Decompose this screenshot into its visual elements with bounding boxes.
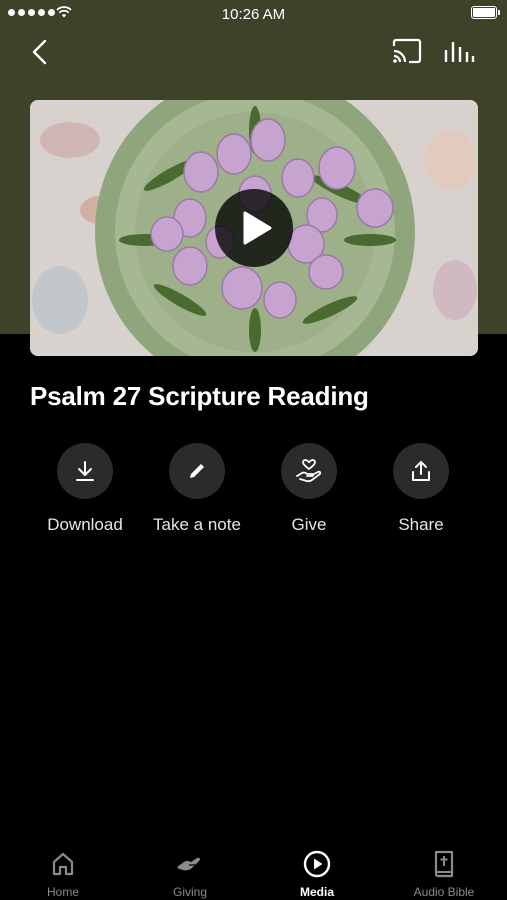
media-title: Psalm 27 Scripture Reading	[30, 381, 369, 411]
download-icon	[76, 461, 94, 481]
give-heart-hand-icon	[296, 459, 322, 483]
play-circle-icon	[303, 850, 331, 878]
download-button[interactable]: Download	[29, 443, 141, 535]
tab-home-label: Home	[46, 885, 79, 899]
tab-audio-bible-label: Audio Bible	[413, 885, 475, 899]
bottom-tab-bar: Home Giving Media Audio Bible	[0, 840, 507, 900]
download-button-circle	[57, 443, 113, 499]
tab-giving-label: Giving	[172, 885, 207, 899]
give-button-circle	[281, 443, 337, 499]
give-button[interactable]: Give	[253, 443, 365, 535]
share-button-circle	[393, 443, 449, 499]
back-chevron-icon[interactable]	[28, 38, 52, 66]
cast-icon[interactable]	[391, 38, 423, 64]
tab-media-label: Media	[299, 885, 334, 899]
tab-home[interactable]: Home	[0, 840, 126, 899]
status-bar: 10:26 AM	[0, 0, 507, 28]
play-icon	[243, 211, 272, 245]
media-thumbnail[interactable]	[30, 100, 478, 356]
take-note-button[interactable]: Take a note	[141, 443, 253, 535]
download-label: Download	[47, 515, 123, 534]
giving-hand-icon	[177, 857, 201, 871]
play-button[interactable]	[215, 189, 293, 267]
status-time: 10:26 AM	[221, 6, 286, 23]
equalizer-icon[interactable]	[443, 38, 475, 64]
tab-media[interactable]: Media	[254, 840, 380, 899]
battery-icon	[471, 6, 500, 19]
share-label: Share	[398, 515, 444, 534]
pencil-icon	[190, 464, 204, 478]
home-icon	[52, 852, 74, 876]
give-label: Give	[291, 515, 327, 534]
take-note-label: Take a note	[153, 515, 241, 534]
tab-audio-bible[interactable]: Audio Bible	[381, 840, 507, 899]
take-note-button-circle	[169, 443, 225, 499]
share-button[interactable]: Share	[365, 443, 477, 535]
share-icon	[412, 461, 430, 481]
bible-icon	[434, 850, 454, 878]
tab-giving[interactable]: Giving	[127, 840, 253, 899]
